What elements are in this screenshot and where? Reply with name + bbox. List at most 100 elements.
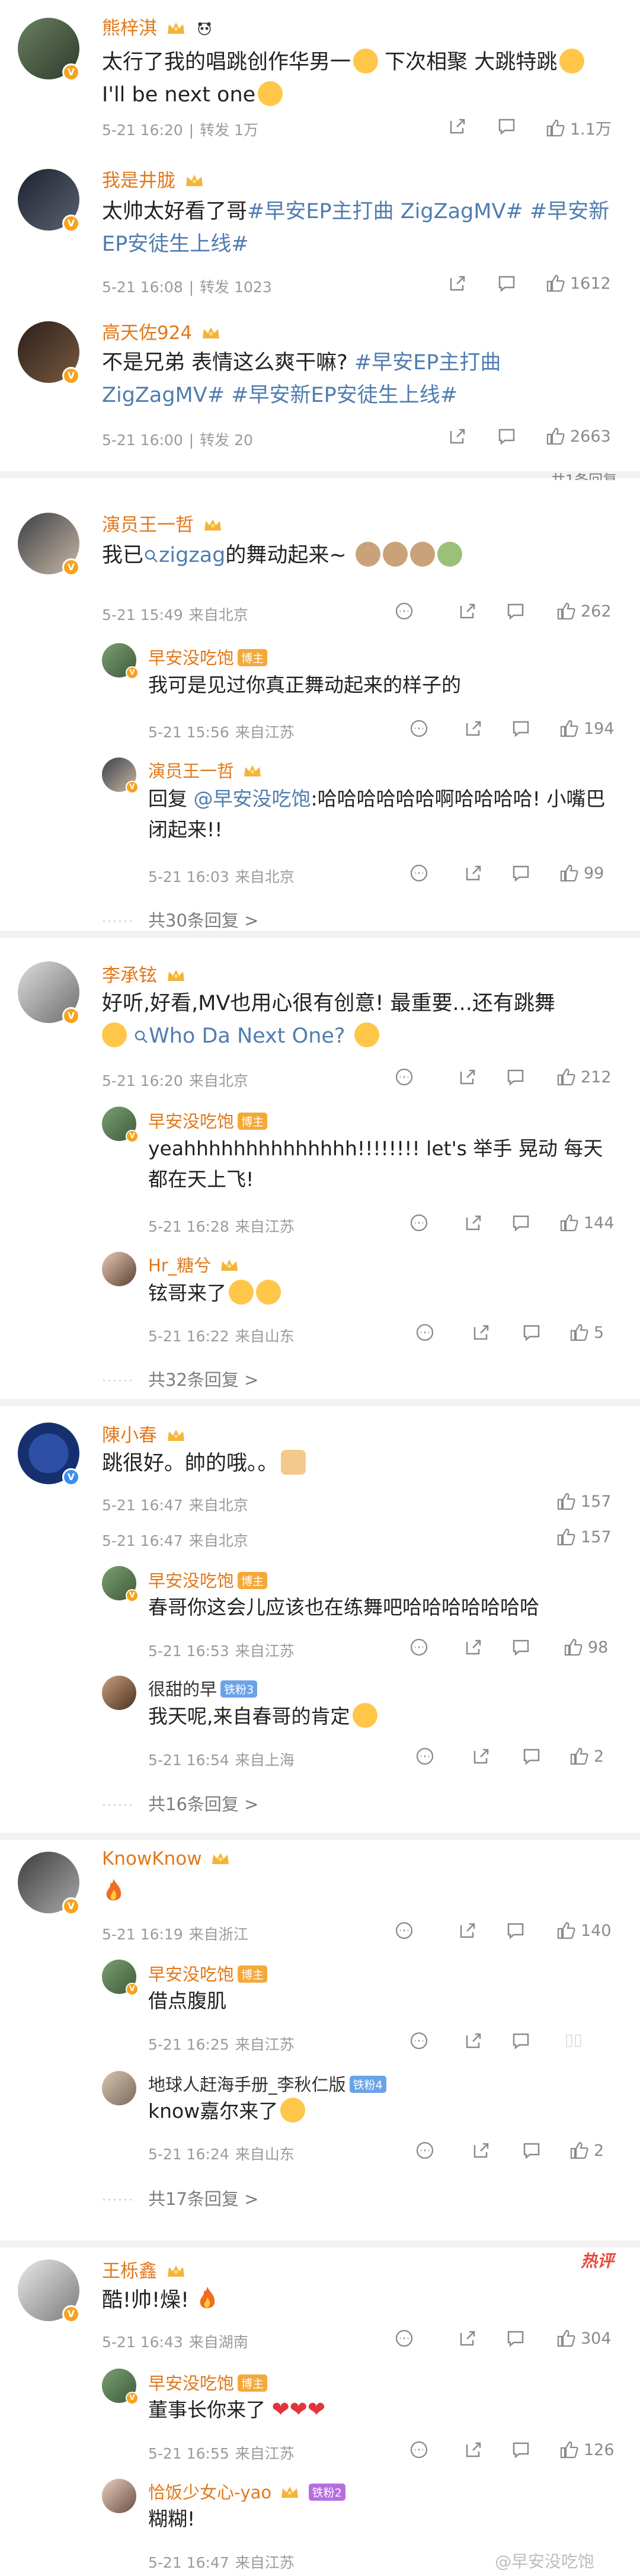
search-link[interactable]: zigzag [143, 544, 225, 567]
like-button[interactable]: 140 [556, 1920, 612, 1941]
username[interactable]: 早安没吃饱 博主 [148, 1108, 268, 1133]
comment-icon[interactable] [497, 273, 517, 293]
avatar[interactable] [102, 2479, 136, 2513]
username[interactable]: Hr_糖兮 [148, 1252, 239, 1277]
more-options-icon[interactable] [409, 1213, 429, 1233]
share-icon[interactable] [463, 1213, 484, 1233]
share-icon[interactable] [457, 2328, 478, 2348]
like-button[interactable]: 1612 [545, 273, 611, 293]
more-options-icon[interactable] [394, 2328, 414, 2348]
more-options-icon[interactable] [409, 2440, 429, 2460]
username[interactable]: 早安没吃饱 博主 [148, 2370, 268, 2395]
more-options-icon[interactable] [409, 718, 429, 739]
more-options-icon[interactable] [415, 1322, 435, 1343]
share-icon[interactable] [457, 1067, 478, 1087]
share-icon[interactable] [447, 273, 468, 293]
comment-icon[interactable] [511, 1637, 531, 1657]
comment-icon[interactable] [505, 1067, 526, 1087]
more-options-icon[interactable] [394, 1920, 414, 1941]
username[interactable]: 地球人赶海手册_李秋仁版 铁粉4 [148, 2071, 386, 2096]
like-button[interactable]: 99 [559, 863, 604, 883]
like-button[interactable]: 304 [556, 2328, 612, 2348]
comment-icon[interactable] [521, 1746, 542, 1766]
comment-icon[interactable] [511, 1213, 531, 1233]
like-button[interactable]: 126 [559, 2440, 615, 2460]
like-button[interactable]: ▯▯ [560, 2031, 583, 2049]
username[interactable]: 熊梓淇 [102, 13, 214, 40]
username[interactable]: 演员王一哲 [102, 510, 222, 536]
like-button[interactable]: 157 [556, 1491, 612, 1511]
share-icon[interactable] [471, 2140, 491, 2160]
thumb-up-icon [557, 1922, 575, 1939]
view-more-replies-link[interactable]: 共32条回复 > [148, 1366, 258, 1391]
more-options-icon[interactable] [409, 863, 429, 883]
view-more-replies-link[interactable]: 共17条回复 > [148, 2185, 258, 2210]
username[interactable]: 王栎鑫 [102, 2256, 185, 2283]
comment-icon[interactable] [497, 426, 517, 446]
comment-icon[interactable] [505, 2328, 526, 2348]
share-icon[interactable] [471, 1746, 491, 1766]
comment-icon[interactable] [511, 863, 531, 883]
username[interactable]: 演员王一哲 [148, 758, 262, 782]
thumb-up-icon [557, 602, 575, 620]
comment-icon[interactable] [521, 1322, 542, 1343]
avatar[interactable] [102, 1252, 136, 1286]
share-icon[interactable] [463, 718, 484, 739]
username[interactable]: 高天佐924 [102, 318, 220, 344]
thumb-up-icon [570, 2142, 588, 2159]
surprised-emoji-icon [102, 1022, 127, 1047]
username[interactable]: 李承铉 [102, 960, 185, 987]
comment-icon[interactable] [505, 1920, 526, 1941]
username[interactable]: 陳小春 [102, 1420, 185, 1447]
share-icon[interactable] [471, 1322, 491, 1343]
comment-text: 我已 zigzag的舞动起来~ [102, 539, 612, 572]
more-options-icon[interactable] [394, 1067, 414, 1087]
search-link[interactable]: Who Da Next One? [133, 1024, 345, 1048]
mention-link[interactable]: @早安没吃饱 [194, 787, 311, 810]
username[interactable]: 很甜的早 铁粉3 [148, 1676, 258, 1701]
like-button[interactable]: 144 [559, 1213, 615, 1233]
more-options-icon[interactable] [394, 601, 414, 621]
like-button[interactable]: 212 [556, 1067, 612, 1087]
like-button[interactable]: 98 [563, 1637, 608, 1657]
more-options-icon[interactable] [409, 1637, 429, 1657]
more-options-icon[interactable] [415, 1746, 435, 1766]
like-button[interactable]: 2663 [545, 426, 611, 446]
share-icon[interactable] [447, 116, 468, 136]
like-button[interactable]: 2 [569, 2140, 604, 2160]
hashtag-link[interactable]: #早安EP主打曲 ZigZagMV# [247, 200, 523, 223]
like-button[interactable]: 1.1万 [545, 116, 612, 139]
comment-icon[interactable] [521, 2140, 542, 2160]
view-more-replies-link[interactable]: 共16条回复 > [148, 1791, 258, 1816]
share-icon[interactable] [457, 601, 478, 621]
username[interactable]: 恰饭少女心-yao 铁粉2 [148, 2479, 345, 2504]
share-icon[interactable] [463, 863, 484, 883]
username[interactable]: KnowKnow [102, 1848, 230, 1869]
view-more-replies-link[interactable]: 共30条回复 > [148, 907, 258, 932]
like-button[interactable]: 2 [569, 1746, 604, 1766]
username[interactable]: 早安没吃饱 博主 [148, 1567, 268, 1592]
username[interactable]: 早安没吃饱 博主 [148, 644, 268, 669]
like-button[interactable]: 5 [569, 1322, 604, 1343]
username[interactable]: 早安没吃饱 博主 [148, 1961, 268, 1986]
like-button[interactable]: 262 [556, 601, 612, 621]
share-icon[interactable] [463, 2031, 484, 2051]
comment-icon[interactable] [511, 2440, 531, 2460]
share-icon[interactable] [463, 1637, 484, 1657]
like-button[interactable]: 157 [556, 1527, 612, 1547]
share-icon[interactable] [447, 426, 468, 446]
comment-icon[interactable] [505, 601, 526, 621]
like-button[interactable]: 194 [559, 718, 615, 739]
username[interactable]: 我是井胧 [102, 165, 204, 192]
share-icon[interactable] [457, 1920, 478, 1941]
hashtag-link[interactable]: #早安新EP安徒生上线# [231, 383, 457, 407]
avatar[interactable] [102, 1676, 136, 1710]
comment-icon[interactable] [511, 718, 531, 739]
more-options-icon[interactable] [415, 2140, 435, 2160]
share-icon[interactable] [463, 2440, 484, 2460]
reply-text: yeahhhhhhhhhhhhhh!!!!!!!! let's 举手 晃动 每天… [148, 1137, 603, 1191]
avatar[interactable] [102, 2071, 136, 2105]
more-options-icon[interactable] [409, 2031, 429, 2051]
comment-icon[interactable] [511, 2031, 531, 2051]
comment-icon[interactable] [497, 116, 517, 136]
